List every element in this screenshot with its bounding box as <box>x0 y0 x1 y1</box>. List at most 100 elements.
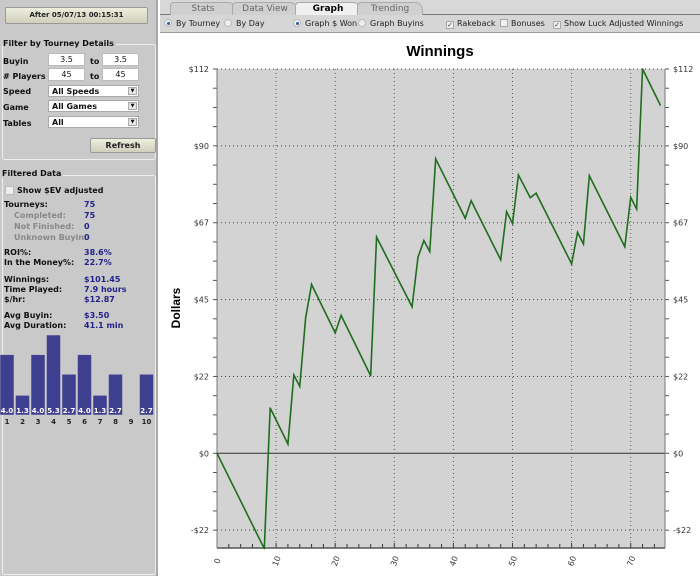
winnings-point <box>298 385 301 388</box>
tab-data-view[interactable]: Data View <box>232 2 298 15</box>
stat-value: $101.45 <box>84 275 121 284</box>
y-tick-label-left: $0 <box>199 449 209 458</box>
y-tick-label-left: $45 <box>194 296 209 305</box>
histogram-bar-label: 1.3 <box>16 407 29 415</box>
game-value: All Games <box>52 102 97 111</box>
chart-title: Winnings <box>406 43 473 60</box>
plot-area <box>217 69 665 548</box>
players-to-input[interactable]: 45 <box>102 68 139 81</box>
histogram-bar <box>0 354 15 416</box>
histogram-category-label: 6 <box>82 418 87 426</box>
stat-label: Avg Buyin: <box>4 311 53 320</box>
y-tick-label-left: $90 <box>194 142 209 151</box>
histogram-bar-label: 2.7 <box>63 407 76 415</box>
buyin-from-input[interactable]: 3.5 <box>48 53 85 66</box>
speed-value: All Speeds <box>52 87 100 96</box>
winnings-point <box>417 256 419 259</box>
luck-adjusted-checkbox[interactable]: ✓ Show Luck Adjusted Winnings <box>553 19 683 29</box>
game-select[interactable]: All Games ▼ <box>48 100 139 112</box>
check-icon: ✓ <box>553 21 561 29</box>
by-tourney-label: By Tourney <box>176 19 221 28</box>
winnings-point <box>369 374 372 377</box>
finish-histogram: 4.0 1 1.3 2 4.0 3 5.3 4 2.7 5 4.0 6 1.3 7 2.7 8 9 2.7 10 <box>0 334 154 426</box>
tab-bar: Stats Data View Graph Trending <box>160 0 700 16</box>
filter-title: Filter by Tourney Details <box>3 39 116 48</box>
filtered-title: Filtered Data <box>2 169 64 178</box>
y-tick-label-left: $67 <box>194 219 209 228</box>
speed-label: Speed <box>3 87 32 96</box>
winnings-point <box>588 174 591 177</box>
stat-value: 75 <box>84 200 96 209</box>
y-tick-label-right: $90 <box>673 142 688 151</box>
y-tick-label-left: $22 <box>194 372 209 381</box>
winnings-point <box>269 407 271 409</box>
stat-label: Time Played: <box>4 285 63 294</box>
histogram-bar-label: 4.0 <box>78 407 91 415</box>
tab-graph[interactable]: Graph <box>295 2 361 16</box>
winnings-point <box>375 236 378 238</box>
x-tick-label: 20 <box>330 555 342 568</box>
stat-label: Avg Duration: <box>4 321 67 330</box>
y-tick-label-right: -$22 <box>673 526 691 535</box>
players-from-input[interactable]: 45 <box>48 68 85 81</box>
by-day-radio[interactable]: By Day <box>224 19 265 28</box>
winnings-point <box>287 443 289 445</box>
radio-selected-icon <box>293 19 301 27</box>
checkbox-empty-icon <box>500 19 508 27</box>
winnings-point <box>304 316 307 319</box>
chevron-down-icon: ▼ <box>128 118 137 126</box>
winnings-point <box>293 374 295 376</box>
y-tick-label-right: $67 <box>673 219 688 228</box>
radio-icon <box>224 19 232 27</box>
y-tick-label-right: $0 <box>673 449 683 458</box>
date-filter-button[interactable]: After 05/07/13 00:15:31 <box>5 7 148 24</box>
speed-select[interactable]: All Speeds ▼ <box>48 85 139 97</box>
y-tick-label-left: -$22 <box>191 526 209 535</box>
by-day-label: By Day <box>236 19 265 28</box>
histogram-bar-label: 2.7 <box>109 407 122 415</box>
filter-panel: After 05/07/13 00:15:31 Filter by Tourne… <box>0 0 158 576</box>
ev-adjusted-label: Show $EV adjusted <box>17 186 104 195</box>
stat-label: $/hr: <box>4 295 26 304</box>
x-tick-label: 50 <box>507 555 519 568</box>
refresh-button[interactable]: Refresh <box>90 138 156 153</box>
histogram-bar-label: 4.0 <box>1 407 14 415</box>
by-tourney-radio[interactable]: By Tourney <box>164 19 220 28</box>
winnings-point <box>635 208 638 210</box>
winnings-point <box>428 250 431 253</box>
stat-label: In the Money%: <box>4 258 75 267</box>
ev-adjusted-checkbox[interactable] <box>5 186 14 195</box>
histogram-bar <box>46 334 61 416</box>
rakeback-label: Rakeback <box>457 19 496 28</box>
winnings-point <box>629 196 632 199</box>
tables-label: Tables <box>3 119 32 128</box>
winnings-point <box>310 283 313 286</box>
histogram-bar-label: 2.7 <box>140 407 153 415</box>
stat-value: 22.7% <box>84 258 112 267</box>
tab-stats[interactable]: Stats <box>170 2 236 15</box>
radio-selected-icon <box>164 19 172 27</box>
stat-label: Winnings: <box>4 275 50 284</box>
stat-label: Unknown Buyin: <box>14 233 88 242</box>
winnings-point <box>423 239 425 242</box>
y-axis-label: Dollars <box>169 287 183 328</box>
winnings-point <box>576 231 579 234</box>
rakeback-checkbox[interactable]: ✓ Rakeback <box>446 19 496 29</box>
chevron-down-icon: ▼ <box>128 87 137 95</box>
to-label: to <box>90 72 100 81</box>
chevron-down-icon: ▼ <box>128 102 137 110</box>
x-tick-label: 60 <box>566 555 578 568</box>
tab-trending[interactable]: Trending <box>357 2 423 15</box>
histogram-category-label: 8 <box>113 418 118 426</box>
winnings-point <box>340 314 342 317</box>
winnings-point <box>511 222 514 225</box>
graph-won-radio[interactable]: Graph $ Won <box>293 19 357 28</box>
bonuses-checkbox[interactable]: Bonuses <box>500 19 545 28</box>
buyin-to-input[interactable]: 3.5 <box>102 53 139 66</box>
tables-select[interactable]: All ▼ <box>48 116 139 128</box>
winnings-chart: Winnings Dollars $112 $112 $90 $90 $67 $67 $45 $4… <box>169 43 693 568</box>
graph-buyins-radio[interactable]: Graph Buyins <box>358 19 424 28</box>
bonuses-label: Bonuses <box>511 19 545 28</box>
tables-value: All <box>52 118 64 127</box>
winnings-point <box>641 68 644 70</box>
